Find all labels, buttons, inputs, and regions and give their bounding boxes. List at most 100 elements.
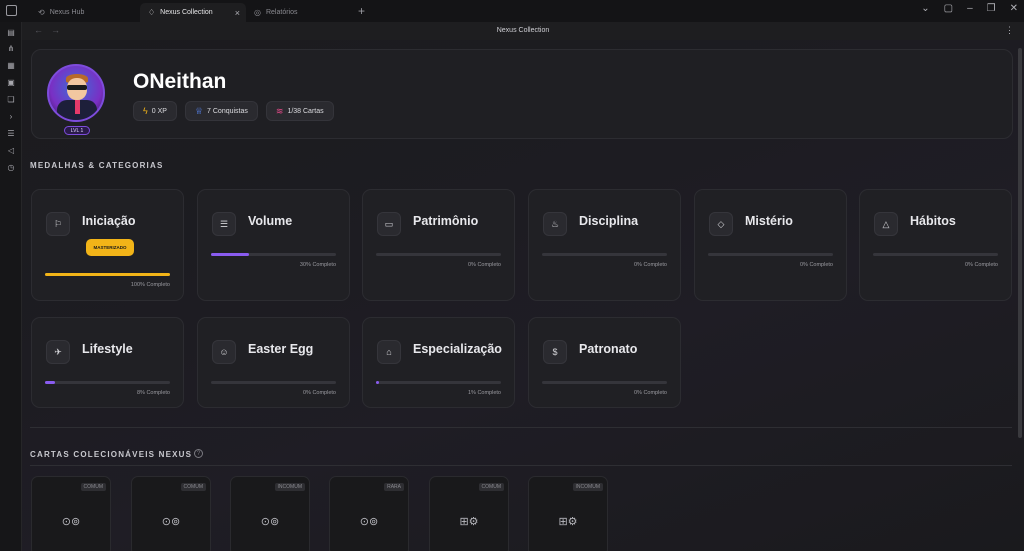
progress-label: 0% Completo: [467, 262, 501, 268]
home-icon: ⌂: [377, 340, 401, 364]
category-card[interactable]: ▭ Patrimônio 0% Completo: [362, 189, 515, 301]
maximize-icon[interactable]: ❐: [987, 3, 996, 14]
category-card[interactable]: ◇ Mistério 0% Completo: [694, 189, 847, 301]
category-card[interactable]: ♨ Disciplina 0% Completo: [528, 189, 681, 301]
terminal-icon[interactable]: ›: [6, 112, 16, 122]
grid-icon[interactable]: ▦: [6, 61, 16, 71]
progress-label: 1% Completo: [467, 390, 501, 396]
category-name: Easter Egg: [248, 342, 314, 356]
progress-fill: [45, 381, 55, 384]
tab-nexus-hub[interactable]: ⟲ Nexus Hub: [30, 3, 140, 22]
scrollbar[interactable]: [1018, 48, 1022, 438]
progress-label: 0% Completo: [799, 262, 833, 268]
stat-xp: ϟ 0 XP: [133, 101, 177, 121]
progress-fill: [211, 253, 249, 256]
progress-bar: [542, 381, 667, 384]
nexus-card[interactable]: COMUM ⊙⊚: [31, 476, 111, 551]
main-content: LVL 1 ONeithan ϟ 0 XP ♕ 7 Conquistas ≋ 1…: [22, 40, 1024, 551]
smile-icon: ☺: [212, 340, 236, 364]
section-title-cards: CARTAS COLECIONÁVEIS NEXUS: [30, 450, 193, 459]
tab-nexus-collection[interactable]: ♢ Nexus Collection ×: [140, 3, 246, 22]
category-card[interactable]: ☰ Volume 30% Completo: [197, 189, 350, 301]
copy-icon[interactable]: ❏: [6, 95, 16, 105]
tab-label: Nexus Collection: [160, 9, 213, 16]
progress-fill: [45, 273, 170, 276]
more-options-icon[interactable]: ⋮: [1005, 25, 1014, 36]
globe-icon: ◎: [254, 8, 261, 17]
category-name: Disciplina: [579, 214, 639, 228]
calendar-icon[interactable]: ▣: [6, 78, 16, 88]
section-divider: [30, 465, 1012, 466]
stat-cards: ≋ 1/38 Cartas: [265, 101, 334, 121]
progress-fill: [376, 381, 379, 384]
briefcase-icon: ▭: [377, 212, 401, 236]
category-card[interactable]: ⚐ Iniciação MASTERIZADO 100% Completo: [31, 189, 184, 301]
coins-icon: ⊙⊚: [260, 516, 280, 528]
sidebar-toggle-icon[interactable]: [6, 5, 17, 16]
files-icon[interactable]: ▤: [6, 28, 16, 38]
close-icon[interactable]: ×: [235, 8, 240, 18]
nexus-card[interactable]: COMUM ⊞⚙: [429, 476, 509, 551]
tab-bar: ⟲ Nexus Hub ♢ Nexus Collection × ◎ Relat…: [0, 0, 1024, 22]
progress-bar: [211, 381, 336, 384]
rarity-badge: COMUM: [80, 483, 106, 491]
category-name: Lifestyle: [82, 342, 133, 356]
stat-label: 1/38 Cartas: [287, 107, 324, 115]
progress-bar: [211, 253, 336, 256]
page-header: ←→ Nexus Collection ⋮: [22, 22, 1024, 40]
layout-icon[interactable]: ▢: [944, 3, 953, 14]
progress-label: 30% Completo: [299, 262, 336, 268]
progress-label: 0% Completo: [302, 390, 336, 396]
category-name: Especialização: [413, 342, 502, 356]
category-name: Iniciação: [82, 214, 136, 228]
category-name: Mistério: [745, 214, 793, 228]
avatar: [47, 64, 105, 122]
chip-icon: ⊞⚙: [459, 516, 479, 528]
flame-icon: ♨: [543, 212, 567, 236]
category-card[interactable]: △ Hábitos 0% Completo: [859, 189, 1012, 301]
list-icon[interactable]: ☰: [6, 129, 16, 139]
username: ONeithan: [133, 70, 227, 93]
mastered-badge: MASTERIZADO: [86, 239, 134, 256]
rarity-badge: RARA: [384, 483, 404, 491]
section-title-medals: MEDALHAS & CATEGORIAS: [30, 161, 164, 170]
progress-label: 0% Completo: [633, 262, 667, 268]
hub-icon: ⟲: [38, 8, 45, 17]
rarity-badge: COMUM: [180, 483, 206, 491]
chevron-down-icon[interactable]: ⌄: [921, 3, 929, 14]
megaphone-icon[interactable]: ◁: [6, 146, 16, 156]
category-card[interactable]: ✈ Lifestyle 8% Completo: [31, 317, 184, 408]
left-rail: ▤ ⋔ ▦ ▣ ❏ › ☰ ◁ ◷: [0, 22, 22, 551]
tab-relatorios[interactable]: ◎ Relatórios: [246, 3, 350, 22]
graph-icon[interactable]: ⋔: [6, 44, 16, 54]
minimize-icon[interactable]: –: [967, 3, 973, 14]
rarity-badge: COMUM: [478, 483, 504, 491]
progress-bar: [376, 381, 501, 384]
plane-icon: ✈: [46, 340, 70, 364]
profile-card: LVL 1 ONeithan ϟ 0 XP ♕ 7 Conquistas ≋ 1…: [31, 49, 1013, 139]
category-card[interactable]: ☺ Easter Egg 0% Completo: [197, 317, 350, 408]
progress-label: 100% Completo: [130, 282, 170, 288]
progress-label: 0% Completo: [964, 262, 998, 268]
close-window-icon[interactable]: ✕: [1010, 3, 1018, 14]
category-name: Patrimônio: [413, 214, 479, 228]
category-card[interactable]: $ Patronato 0% Completo: [528, 317, 681, 408]
flag-icon: ⚐: [46, 212, 70, 236]
help-icon[interactable]: ?: [194, 449, 203, 458]
layers-icon: ≋: [275, 105, 284, 116]
coins-icon: ⊙⊚: [61, 516, 81, 528]
section-divider: [30, 427, 1012, 428]
gem-icon: ♢: [148, 8, 156, 17]
stat-label: 0 XP: [151, 107, 167, 115]
level-badge: LVL 1: [64, 126, 90, 135]
nexus-card[interactable]: INCOMUM ⊞⚙: [528, 476, 608, 551]
category-card[interactable]: ⌂ Especialização 1% Completo: [362, 317, 515, 408]
nexus-card[interactable]: RARA ⊙⊚: [329, 476, 409, 551]
nexus-card[interactable]: COMUM ⊙⊚: [131, 476, 211, 551]
progress-label: 0% Completo: [633, 390, 667, 396]
clock-icon[interactable]: ◷: [6, 163, 16, 173]
nexus-card[interactable]: INCOMUM ⊙⊚: [230, 476, 310, 551]
new-tab-button[interactable]: +: [358, 4, 365, 18]
dollar-icon: $: [543, 340, 567, 364]
warning-icon: △: [874, 212, 898, 236]
